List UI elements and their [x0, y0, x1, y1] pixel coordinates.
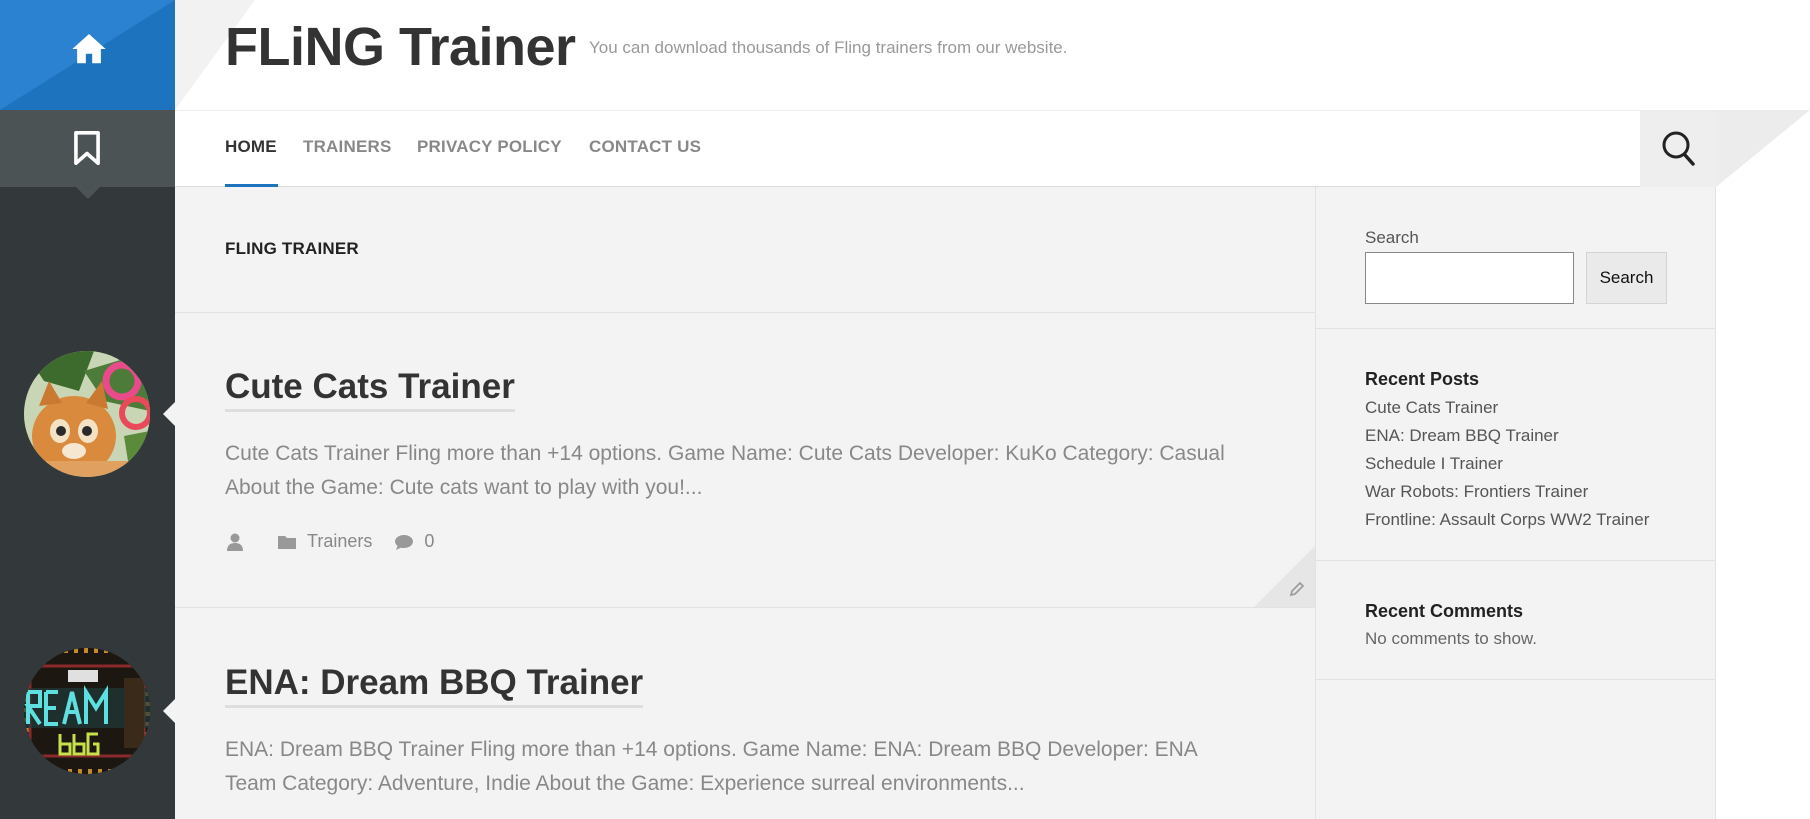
divider	[1316, 560, 1715, 561]
post-title-cute-cats[interactable]: Cute Cats Trainer	[225, 367, 515, 412]
post-comments-count[interactable]: 0	[424, 531, 434, 552]
search-button[interactable]: Search	[1586, 252, 1667, 304]
search-label: Search	[1365, 228, 1419, 247]
corner-fold	[1716, 110, 1810, 187]
main-content: FLING TRAINER Cute Cats Trainer Cute Cat…	[175, 187, 1315, 819]
no-comments-text: No comments to show.	[1365, 629, 1537, 648]
post-thumbnail-ena-dream-bbq[interactable]	[24, 648, 150, 774]
nav-privacy-policy[interactable]: PRIVACY POLICY	[417, 137, 562, 157]
folder-icon	[278, 535, 296, 549]
recent-post-link[interactable]: Frontline: Assault Corps WW2 Trainer	[1365, 506, 1649, 534]
post-excerpt: Cute Cats Trainer Fling more than +14 op…	[225, 442, 1225, 499]
site-header: FLiNG Trainer You can download thousands…	[175, 0, 1810, 110]
divider	[1316, 328, 1715, 329]
search-icon	[1662, 131, 1695, 166]
divider	[175, 312, 1315, 313]
nav-contact-us[interactable]: CONTACT US	[589, 137, 701, 157]
sidebar: Search Search Recent Posts Cute Cats Tra…	[1315, 187, 1716, 819]
site-title[interactable]: FLiNG Trainer	[225, 16, 576, 78]
site-description: You can download thousands of Fling trai…	[589, 38, 1068, 57]
bookmark-link[interactable]	[0, 110, 175, 199]
author-icon[interactable]	[225, 532, 245, 552]
recent-post-link[interactable]: Schedule I Trainer	[1365, 450, 1649, 478]
search-input[interactable]	[1365, 252, 1574, 304]
post-thumbnail-cute-cats[interactable]	[24, 351, 150, 477]
recent-posts-list: Cute Cats Trainer ENA: Dream BBQ Trainer…	[1365, 394, 1649, 534]
nav-home[interactable]: HOME	[225, 137, 277, 157]
nav-trainers[interactable]: TRAINERS	[303, 137, 392, 157]
recent-comments-heading: Recent Comments	[1365, 601, 1524, 621]
left-rail	[0, 0, 175, 819]
post-category-link[interactable]: Trainers	[307, 531, 372, 552]
divider	[1316, 679, 1715, 680]
recent-post-link[interactable]: War Robots: Frontiers Trainer	[1365, 478, 1649, 506]
comment-icon	[395, 534, 414, 550]
home-link[interactable]	[0, 0, 175, 110]
pencil-icon[interactable]	[1288, 580, 1306, 598]
recent-post-link[interactable]: Cute Cats Trainer	[1365, 394, 1649, 422]
page-title: FLING TRAINER	[225, 239, 359, 258]
recent-post-link[interactable]: ENA: Dream BBQ Trainer	[1365, 422, 1649, 450]
post-meta: Trainers 0	[225, 531, 434, 552]
recent-posts-heading: Recent Posts	[1365, 369, 1480, 389]
main-navigation: HOME TRAINERS PRIVACY POLICY CONTACT US	[175, 110, 1716, 187]
search-toggle-button[interactable]	[1640, 110, 1716, 187]
post-excerpt: ENA: Dream BBQ Trainer Fling more than +…	[225, 738, 1197, 795]
divider	[175, 607, 1315, 608]
post-title-ena-dream-bbq[interactable]: ENA: Dream BBQ Trainer	[225, 663, 644, 708]
bookmark-icon	[74, 130, 100, 166]
home-icon	[72, 33, 106, 64]
